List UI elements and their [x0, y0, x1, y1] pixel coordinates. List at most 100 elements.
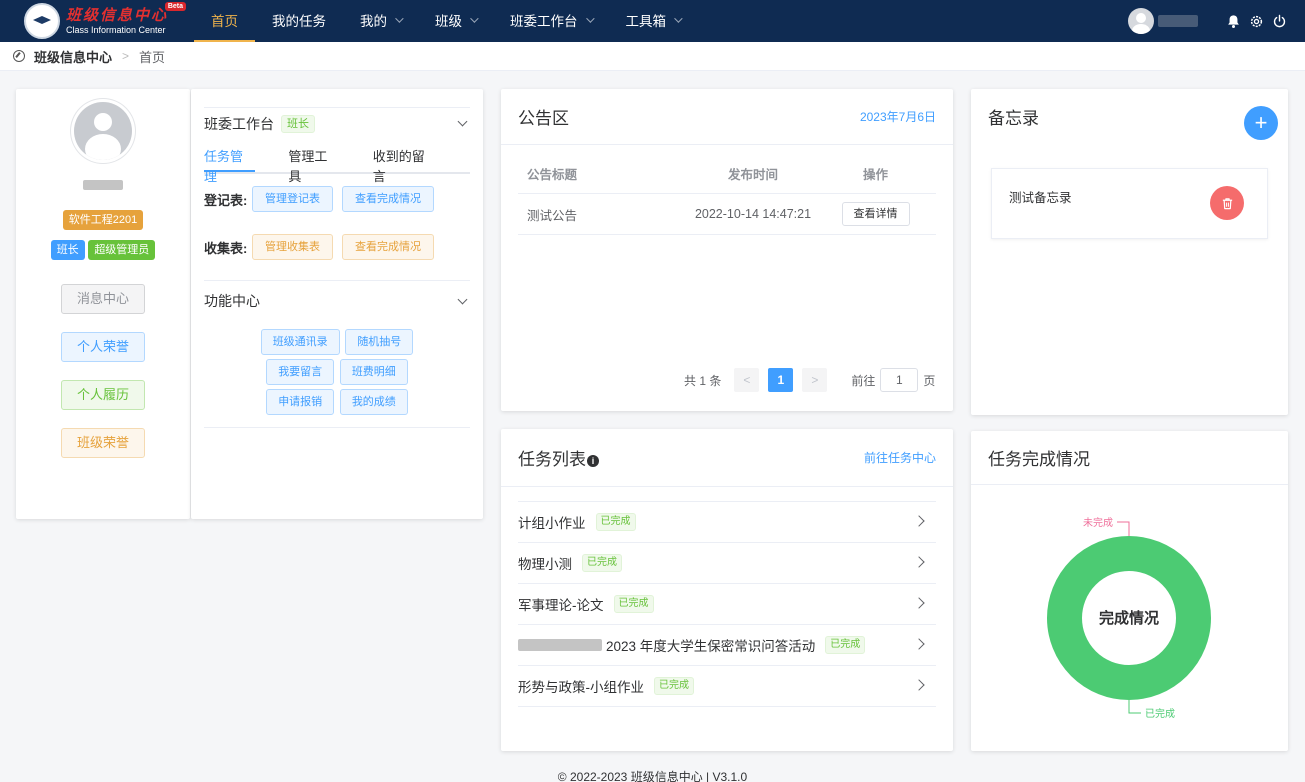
- nav-item-label: 首页: [211, 14, 238, 29]
- workbench-collapse-header[interactable]: 班委工作台 班长: [204, 107, 470, 137]
- nav-item-2[interactable]: 我的: [343, 0, 418, 42]
- breadcrumb-home[interactable]: 班级信息中心: [34, 47, 112, 66]
- nav-item-0[interactable]: 首页: [194, 0, 255, 42]
- completion-title: 任务完成情况: [988, 450, 1090, 469]
- task-name: 物理小测: [518, 557, 572, 572]
- chevron-right-icon[interactable]: [913, 679, 925, 691]
- reimbursement-button[interactable]: 申请报销: [266, 389, 335, 415]
- bell-icon[interactable]: [1225, 13, 1241, 29]
- function-center-collapse-header[interactable]: 功能中心: [204, 281, 470, 319]
- function-grid: 班级通讯录 随机抽号 我要留言 班费明细 申请报销 我的成绩: [204, 329, 470, 415]
- table-row: 测试公告 2022-10-14 14:47:21 查看详情: [518, 194, 936, 235]
- task-name: 形势与政策-小组作业: [518, 680, 644, 695]
- pager-prev-button[interactable]: <: [734, 368, 760, 392]
- tab-management-tools[interactable]: 管理工具: [288, 147, 339, 184]
- task-status-badge: 已完成: [654, 677, 694, 695]
- class-contacts-button[interactable]: 班级通讯录: [260, 329, 340, 355]
- task-name: 计组小作业: [518, 516, 586, 531]
- personal-honor-button[interactable]: 个人荣誉: [61, 332, 145, 362]
- chevron-down-icon[interactable]: [457, 294, 468, 304]
- info-icon[interactable]: i: [587, 454, 599, 467]
- task-list: 计组小作业 已完成 物理小测 已完成 军事理论-论文 已完成 2023 年度大学生保密常识问…: [518, 501, 936, 707]
- go-task-center-link[interactable]: 前往任务中心: [864, 449, 936, 466]
- task-name: 军事理论-论文: [518, 598, 604, 613]
- function-center-title: 功能中心: [204, 293, 260, 309]
- workbench-title: 班委工作台: [204, 115, 274, 132]
- task-row[interactable]: 2023 年度大学生保密常识问答活动 已完成: [518, 625, 936, 666]
- gear-icon[interactable]: [1248, 13, 1264, 29]
- task-list-title: 任务列表: [518, 450, 586, 469]
- task-row[interactable]: 军事理论-论文 已完成: [518, 584, 936, 625]
- memo-card: 备忘录 + 测试备忘录: [971, 89, 1288, 415]
- message-center-button[interactable]: 消息中心: [61, 284, 145, 314]
- nav-item-1[interactable]: 我的任务: [255, 0, 343, 42]
- table-header: 公告标题 发布时间 操作: [518, 153, 936, 194]
- footer-copyright: © 2022-2023 班级信息中心 | V3.1.0: [557, 770, 748, 782]
- col-action: 操作: [862, 167, 888, 182]
- manage-register-button[interactable]: 管理登记表: [252, 186, 333, 212]
- nav-item-label: 工具箱: [625, 14, 667, 29]
- my-grades-button[interactable]: 我的成绩: [339, 389, 408, 415]
- leader-line-0: [1128, 700, 1141, 714]
- task-row[interactable]: 物理小测 已完成: [518, 543, 936, 584]
- compass-icon: [13, 50, 25, 62]
- tab-received-messages[interactable]: 收到的留言: [373, 147, 437, 184]
- user-avatar[interactable]: [1128, 8, 1154, 34]
- pager-page-1[interactable]: 1: [768, 368, 794, 392]
- redacted-text: [518, 639, 602, 651]
- personal-resume-button[interactable]: 个人履历: [61, 380, 145, 410]
- collect-label: 收集表:: [204, 240, 248, 256]
- class-fee-button[interactable]: 班费明细: [339, 359, 408, 385]
- notice-row-title: 测试公告: [527, 208, 578, 223]
- task-row[interactable]: 计组小作业 已完成: [518, 502, 936, 543]
- logo-emblem: [24, 3, 60, 39]
- chevron-right-icon[interactable]: [913, 556, 925, 568]
- add-memo-button[interactable]: +: [1244, 106, 1278, 140]
- notice-date: 2023年7月6日: [859, 110, 936, 124]
- view-detail-button[interactable]: 查看详情: [841, 202, 910, 226]
- chevron-right-icon[interactable]: [913, 638, 925, 650]
- manage-collect-button[interactable]: 管理收集表: [252, 234, 333, 260]
- beta-badge: Beta: [164, 1, 187, 11]
- nav-item-4[interactable]: 班委工作台: [493, 0, 609, 42]
- leave-message-button[interactable]: 我要留言: [266, 359, 335, 385]
- power-icon[interactable]: [1271, 13, 1287, 29]
- register-completion-button[interactable]: 查看完成情况: [342, 186, 434, 212]
- task-row[interactable]: 形势与政策-小组作业 已完成: [518, 666, 936, 707]
- profile-avatar[interactable]: [74, 102, 132, 160]
- register-label: 登记表:: [204, 192, 248, 208]
- nav-item-3[interactable]: 班级: [418, 0, 493, 42]
- memo-item[interactable]: 测试备忘录: [991, 168, 1268, 239]
- chevron-down-icon: [395, 14, 404, 23]
- legend-label-1: 未完成: [1083, 516, 1113, 529]
- role-tag-monitor: 班长: [50, 240, 85, 260]
- collect-completion-button[interactable]: 查看完成情况: [342, 234, 434, 260]
- chevron-down-icon: [585, 14, 595, 23]
- app-logo[interactable]: 班级信息中心 Beta Class Information Center: [0, 0, 194, 42]
- trash-icon: [1222, 197, 1232, 209]
- username-redacted[interactable]: [1158, 15, 1198, 27]
- tab-task-management[interactable]: 任务管理: [204, 147, 256, 184]
- task-name: 2023 年度大学生保密常识问答活动: [606, 639, 816, 654]
- workbench-tabs: 任务管理 管理工具 收到的留言: [204, 147, 470, 184]
- committee-workbench-card: 班委工作台 班长 任务管理 管理工具 收到的留言 登记表: 管理登记表 查看完成…: [191, 89, 483, 519]
- task-status-badge: 已完成: [582, 554, 622, 572]
- chevron-right-icon[interactable]: [913, 515, 925, 527]
- main-nav: 首页 我的任务 我的 班级 班委工作台 工具箱: [194, 0, 697, 42]
- delete-memo-button[interactable]: [1210, 186, 1244, 220]
- chevron-down-icon: [470, 14, 479, 23]
- nav-item-label: 我的任务: [272, 14, 326, 29]
- nav-item-5[interactable]: 工具箱: [609, 0, 698, 42]
- nav-item-label: 班级: [435, 14, 462, 29]
- nav-item-label: 我的: [360, 14, 387, 29]
- notice-title: 公告区: [518, 109, 569, 128]
- top-navbar: 班级信息中心 Beta Class Information Center 首页 我…: [0, 0, 1305, 42]
- class-honor-button[interactable]: 班级荣誉: [61, 428, 145, 458]
- pager-next-button[interactable]: >: [802, 368, 828, 392]
- chevron-right-icon[interactable]: [913, 597, 925, 609]
- chevron-down-icon[interactable]: [457, 116, 468, 127]
- notice-table: 公告标题 发布时间 操作 测试公告 2022-10-14 14:47:21 查看…: [518, 153, 936, 235]
- pager-goto-input[interactable]: [880, 368, 919, 392]
- random-draw-button[interactable]: 随机抽号: [345, 329, 414, 355]
- task-list-card: 任务列表 i 前往任务中心 计组小作业 已完成 物理小测 已完成 军事理论-论文 已完成 20…: [501, 429, 953, 751]
